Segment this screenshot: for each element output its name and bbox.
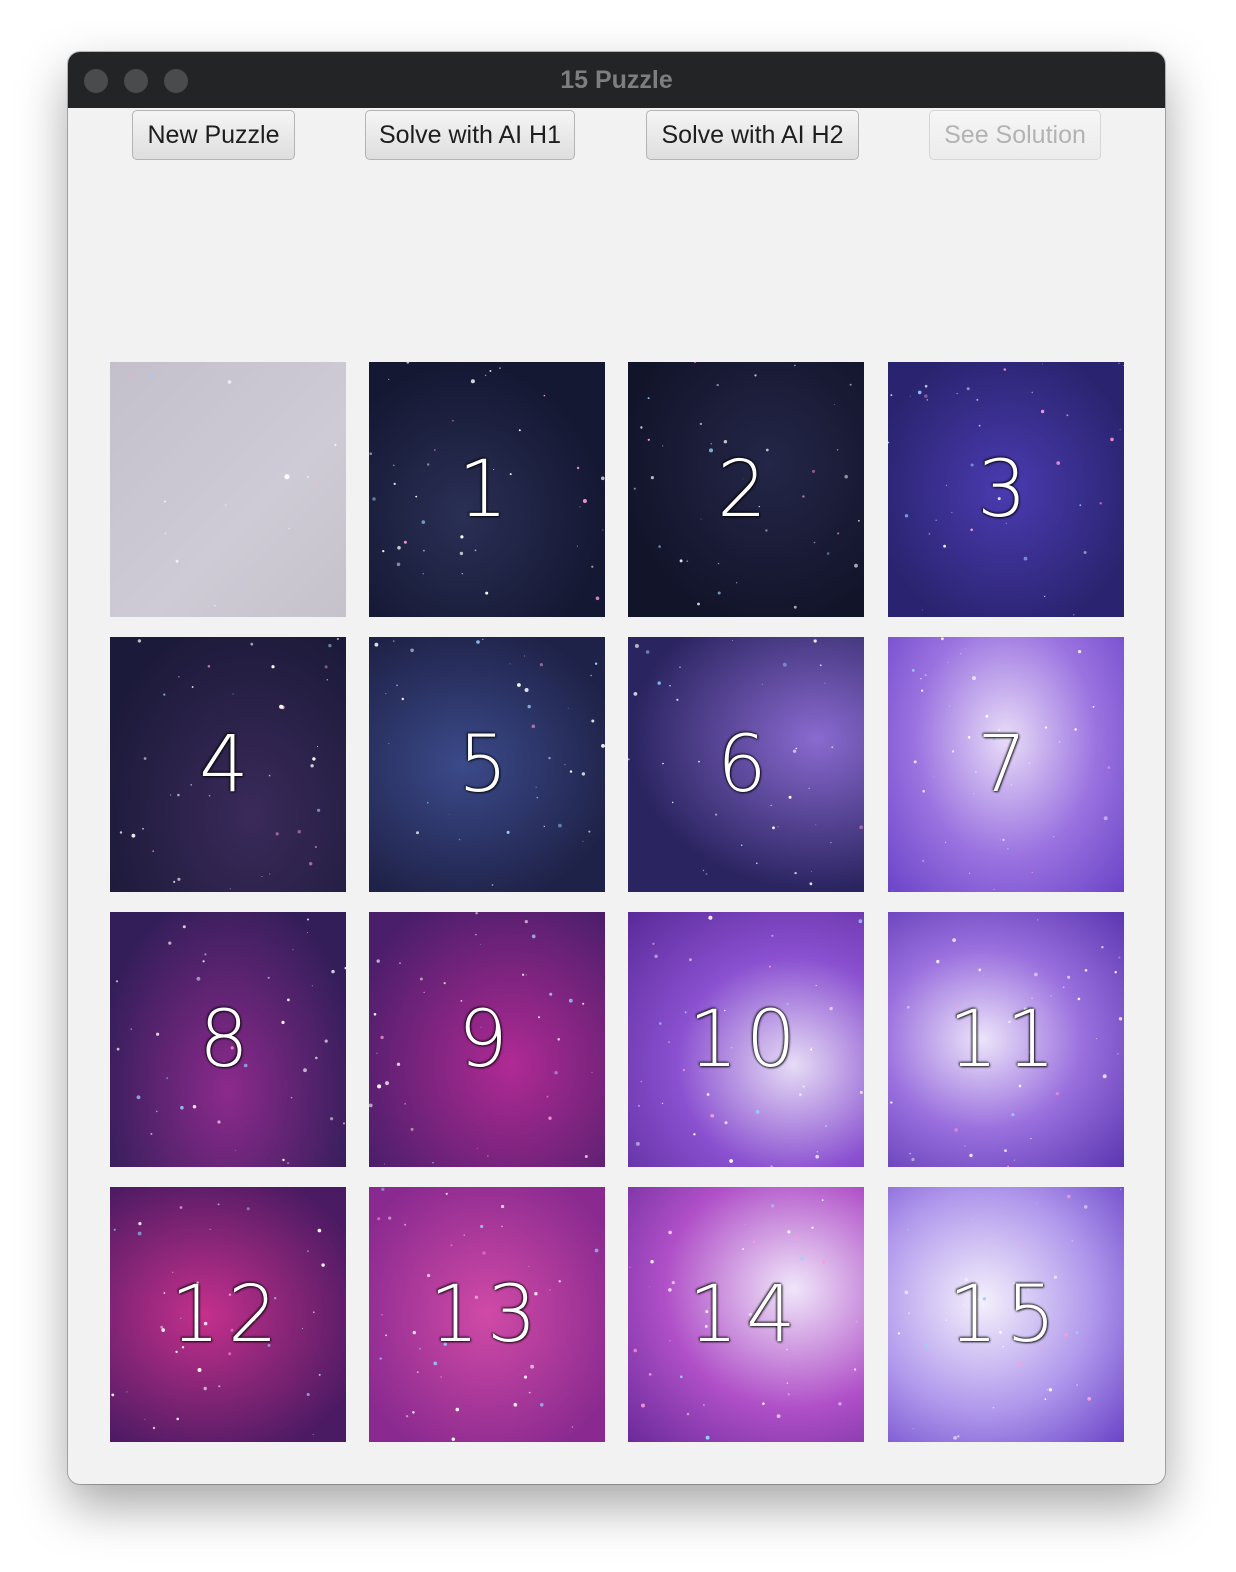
tile-number: 11 [948, 994, 1064, 1085]
tile-number: 3 [977, 444, 1035, 535]
puzzle-tile[interactable]: 9 [369, 912, 605, 1167]
tile-number: 5 [458, 719, 516, 810]
tile-number: 9 [458, 994, 516, 1085]
tile-number: 12 [170, 1269, 286, 1360]
app-window: 15 Puzzle New Puzzle Solve with AI H1 So… [68, 52, 1165, 1484]
puzzle-tile[interactable]: 2 [628, 362, 864, 617]
puzzle-board: 1 2 3 4 5 6 7 8 9 10 11 12 13 14 15 [68, 52, 1165, 1484]
puzzle-tile[interactable]: 13 [369, 1187, 605, 1442]
puzzle-tile[interactable]: 6 [628, 637, 864, 892]
tile-number [110, 362, 346, 617]
puzzle-tile[interactable]: 10 [628, 912, 864, 1167]
tile-number: 14 [688, 1269, 804, 1360]
tile-number: 15 [948, 1269, 1064, 1360]
tile-number: 7 [977, 719, 1035, 810]
tile-number: 1 [458, 444, 516, 535]
puzzle-tile[interactable]: 11 [888, 912, 1124, 1167]
tile-number: 8 [199, 994, 257, 1085]
puzzle-tile[interactable]: 12 [110, 1187, 346, 1442]
tile-number: 13 [429, 1269, 545, 1360]
puzzle-tile[interactable]: 4 [110, 637, 346, 892]
tile-number: 2 [717, 444, 775, 535]
puzzle-tile[interactable]: 5 [369, 637, 605, 892]
tile-number: 10 [688, 994, 804, 1085]
tile-number: 6 [717, 719, 775, 810]
empty-tile[interactable] [110, 362, 346, 617]
puzzle-tile[interactable]: 14 [628, 1187, 864, 1442]
puzzle-tile[interactable]: 7 [888, 637, 1124, 892]
puzzle-tile[interactable]: 15 [888, 1187, 1124, 1442]
tile-number: 4 [199, 719, 257, 810]
puzzle-tile[interactable]: 1 [369, 362, 605, 617]
puzzle-tile[interactable]: 8 [110, 912, 346, 1167]
puzzle-tile[interactable]: 3 [888, 362, 1124, 617]
